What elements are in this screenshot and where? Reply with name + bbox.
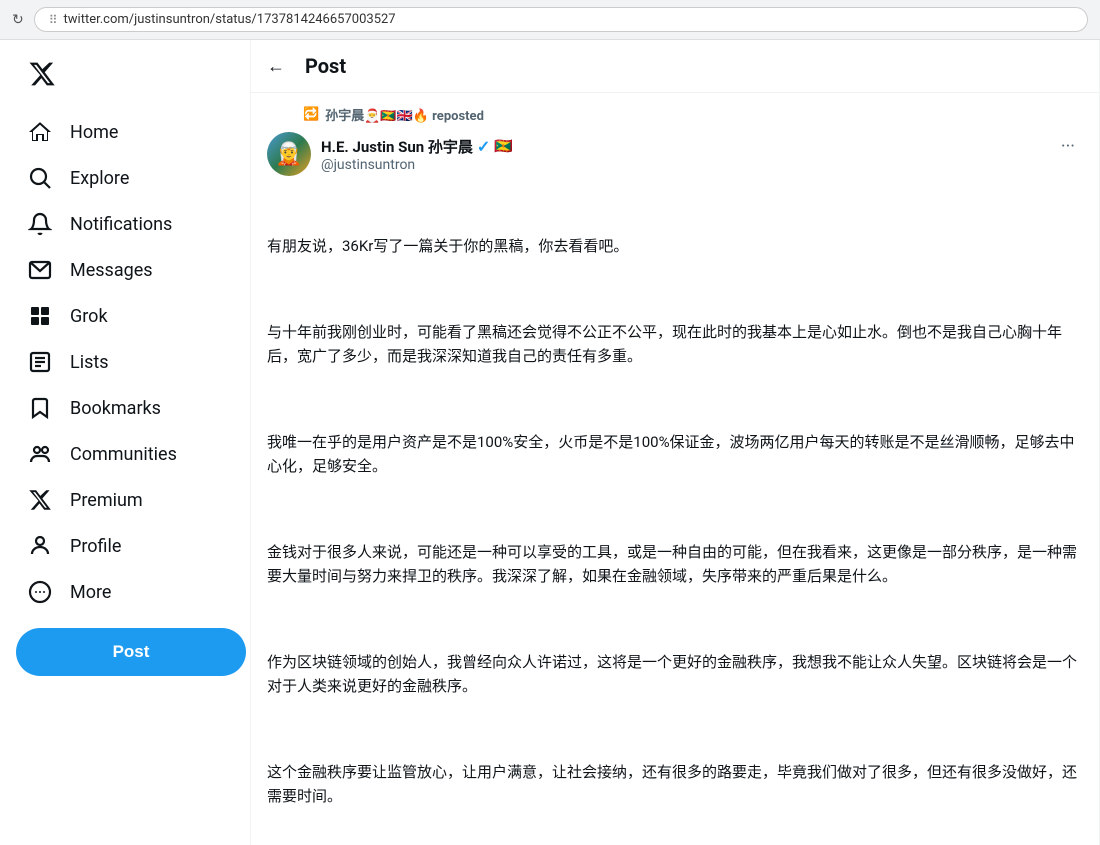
tweet-paragraph-3: 我唯一在乎的是用户资产是不是100%安全，火币是不是100%保证金，波场两亿用户… [267,430,1083,478]
author-info: H.E. Justin Sun 孙宇晨 ✓ 🇬🇩 @justinsuntron [321,136,513,173]
lists-icon [28,350,52,374]
sidebar-item-home-label: Home [70,122,118,143]
tweet-paragraph-2: 与十年前我刚创业时，可能看了黑稿还会觉得不公正不公平，现在此时的我基本上是心如止… [267,320,1083,368]
sidebar-item-lists[interactable]: Lists [16,340,234,384]
more-options-button[interactable]: ··· [1053,132,1083,161]
sidebar-item-grok-label: Grok [70,306,108,327]
security-icon: ⠿ [49,13,58,27]
sidebar-item-grok[interactable]: Grok [16,294,234,338]
sidebar-item-profile-label: Profile [70,536,121,557]
tweet-paragraph-4: 金钱对于很多人来说，可能还是一种可以享受的工具，或是一种自由的可能，但在我看来，… [267,540,1083,588]
person-icon [28,534,52,558]
repost-icon: 🔁 [303,107,319,122]
page-title: Post [305,54,346,78]
tweet-author-left: 🧝 H.E. Justin Sun 孙宇晨 ✓ 🇬🇩 @justinsuntro… [267,132,513,176]
sidebar-item-bookmarks-label: Bookmarks [70,398,161,419]
sidebar-item-communities-label: Communities [70,444,177,465]
x-logo[interactable] [16,50,234,102]
post-page-header: ← Post [251,40,1099,93]
home-icon [28,120,52,144]
main-content: ← Post 🔁 孙宇晨🎅🇬🇩🇬🇧🔥 reposted 🧝 H.E. Justi… [250,40,1100,845]
more-circle-icon [28,580,52,604]
sidebar-item-notifications-label: Notifications [70,214,172,235]
url-bar[interactable]: ⠿ twitter.com/justinsuntron/status/17378… [34,7,1088,32]
sidebar-item-explore[interactable]: Explore [16,156,234,200]
app-container: Home Explore Notifications [0,40,1100,845]
bell-icon [28,212,52,236]
x-premium-icon [28,488,52,512]
author-handle[interactable]: @justinsuntron [321,157,513,173]
reload-button[interactable]: ↻ [12,12,24,28]
sidebar-item-explore-label: Explore [70,168,129,189]
author-name-row: H.E. Justin Sun 孙宇晨 ✓ 🇬🇩 [321,136,513,157]
sidebar-item-profile[interactable]: Profile [16,524,234,568]
bookmark-icon [28,396,52,420]
url-text: twitter.com/justinsuntron/status/1737814… [64,12,396,27]
sidebar-item-premium-label: Premium [70,490,143,511]
verified-badge: ✓ [477,137,490,156]
tweet-author-row: 🧝 H.E. Justin Sun 孙宇晨 ✓ 🇬🇩 @justinsuntro… [267,132,1083,176]
sidebar-item-notifications[interactable]: Notifications [16,202,234,246]
post-button[interactable]: Post [16,628,246,676]
tweet-paragraph-6: 这个金融秩序要让监管放心，让用户满意，让社会接纳，还有很多的路要走，毕竟我们做对… [267,760,1083,808]
author-flag: 🇬🇩 [494,137,513,155]
sidebar-item-more-label: More [70,582,111,603]
sidebar-item-communities[interactable]: Communities [16,432,234,476]
sidebar-item-lists-label: Lists [70,352,109,373]
sidebar-item-messages-label: Messages [70,260,153,281]
sidebar-item-bookmarks[interactable]: Bookmarks [16,386,234,430]
tweet-paragraph-5: 作为区块链领域的创始人，我曾经向众人许诺过，这将是一个更好的金融秩序，我想我不能… [267,650,1083,698]
repost-indicator: 🔁 孙宇晨🎅🇬🇩🇬🇧🔥 reposted [267,105,1083,124]
tweet-text: 有朋友说，36Kr写了一篇关于你的黑稿，你去看看吧。 与十年前我刚创业时，可能看… [267,186,1083,845]
browser-bar: ↻ ⠿ twitter.com/justinsuntron/status/173… [0,0,1100,40]
tweet-paragraph-1: 有朋友说，36Kr写了一篇关于你的黑稿，你去看看吧。 [267,234,1083,258]
sidebar-item-home[interactable]: Home [16,110,234,154]
sidebar: Home Explore Notifications [0,40,250,845]
sidebar-item-premium[interactable]: Premium [16,478,234,522]
tweet-container: 🔁 孙宇晨🎅🇬🇩🇬🇧🔥 reposted 🧝 H.E. Justin Sun 孙… [251,93,1099,845]
author-name[interactable]: H.E. Justin Sun 孙宇晨 [321,136,473,157]
search-icon [28,166,52,190]
sidebar-item-more[interactable]: More [16,570,234,614]
envelope-icon [28,258,52,282]
sidebar-item-messages[interactable]: Messages [16,248,234,292]
repost-text: 孙宇晨🎅🇬🇩🇬🇧🔥 reposted [325,105,484,124]
grok-icon [28,304,52,328]
communities-icon [28,442,52,466]
avatar[interactable]: 🧝 [267,132,311,176]
back-button[interactable]: ← [267,56,285,77]
